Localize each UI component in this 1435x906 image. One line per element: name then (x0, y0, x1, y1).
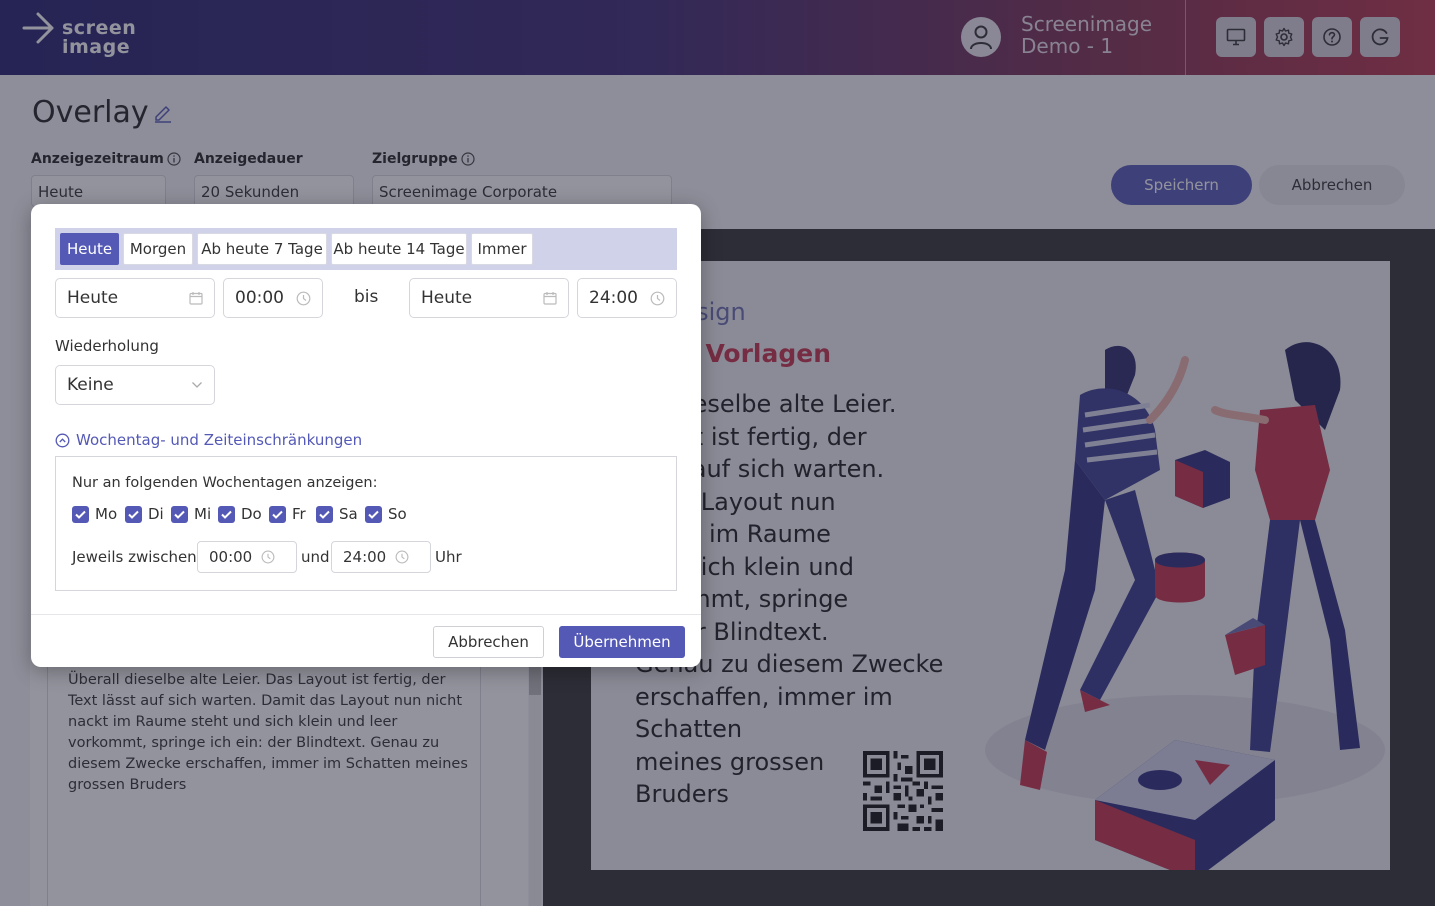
clock-icon (296, 291, 311, 305)
dialog-apply-button[interactable]: Übernehmen (559, 626, 685, 658)
between-to-value: 24:00 (343, 548, 387, 566)
day-checkbox-di[interactable]: Di (125, 505, 164, 523)
day-label: So (388, 505, 407, 523)
to-time-input[interactable]: 24:00 (577, 278, 677, 318)
repeat-value: Keine (67, 375, 114, 395)
day-label: Sa (339, 505, 358, 523)
quick-always-button[interactable]: Immer (471, 233, 533, 265)
repeat-select[interactable]: Keine (55, 365, 215, 405)
repeat-label: Wiederholung (55, 337, 159, 355)
from-date-input[interactable]: Heute (55, 278, 215, 318)
chevron-up-circle-icon (55, 433, 70, 447)
clock-icon (261, 550, 275, 564)
clock-icon (395, 550, 409, 564)
bis-label: bis (354, 287, 379, 307)
between-label: Jeweils zwischen (72, 548, 197, 566)
between-from-value: 00:00 (209, 548, 253, 566)
day-label: Do (241, 505, 262, 523)
check-icon (125, 505, 142, 523)
check-icon (171, 505, 188, 523)
to-date-value: Heute (421, 288, 473, 308)
weekday-restrictions-label: Wochentag- und Zeiteinschränkungen (76, 431, 363, 449)
day-label: Mi (194, 505, 212, 523)
quick-14days-button[interactable]: Ab heute 14 Tage (331, 233, 467, 265)
day-checkbox-mo[interactable]: Mo (72, 505, 117, 523)
check-icon (72, 505, 89, 523)
between-to-input[interactable]: 24:00 (331, 541, 431, 573)
uhr-label: Uhr (435, 548, 462, 566)
between-from-input[interactable]: 00:00 (197, 541, 297, 573)
day-label: Di (148, 505, 164, 523)
day-checkbox-mi[interactable]: Mi (171, 505, 211, 523)
weekday-label: Nur an folgenden Wochentagen anzeigen: (72, 475, 378, 491)
day-label: Mo (95, 505, 118, 523)
check-icon (218, 505, 235, 523)
from-time-input[interactable]: 00:00 (223, 278, 323, 318)
dialog-cancel-button[interactable]: Abbrechen (433, 626, 544, 658)
check-icon (365, 505, 382, 523)
chevron-down-icon (192, 382, 202, 388)
calendar-icon (189, 292, 203, 305)
from-date-value: Heute (67, 288, 119, 308)
day-label: Fr (292, 505, 306, 523)
weekday-restrictions-toggle[interactable]: Wochentag- und Zeiteinschränkungen (55, 431, 362, 449)
dialog-footer-divider (31, 614, 701, 615)
to-time-value: 24:00 (589, 288, 638, 308)
day-checkbox-so[interactable]: So (365, 505, 407, 523)
check-icon (269, 505, 286, 523)
calendar-icon (543, 292, 557, 305)
quick-7days-button[interactable]: Ab heute 7 Tage (197, 233, 327, 265)
to-date-input[interactable]: Heute (409, 278, 569, 318)
quick-tomorrow-button[interactable]: Morgen (123, 233, 193, 265)
day-checkbox-fr[interactable]: Fr (269, 505, 306, 523)
from-time-value: 00:00 (235, 288, 284, 308)
check-icon (316, 505, 333, 523)
quick-today-button[interactable]: Heute (60, 233, 119, 265)
day-checkbox-do[interactable]: Do (218, 505, 262, 523)
day-checkbox-sa[interactable]: Sa (316, 505, 358, 523)
clock-icon (650, 291, 665, 305)
and-label: und (301, 548, 330, 566)
